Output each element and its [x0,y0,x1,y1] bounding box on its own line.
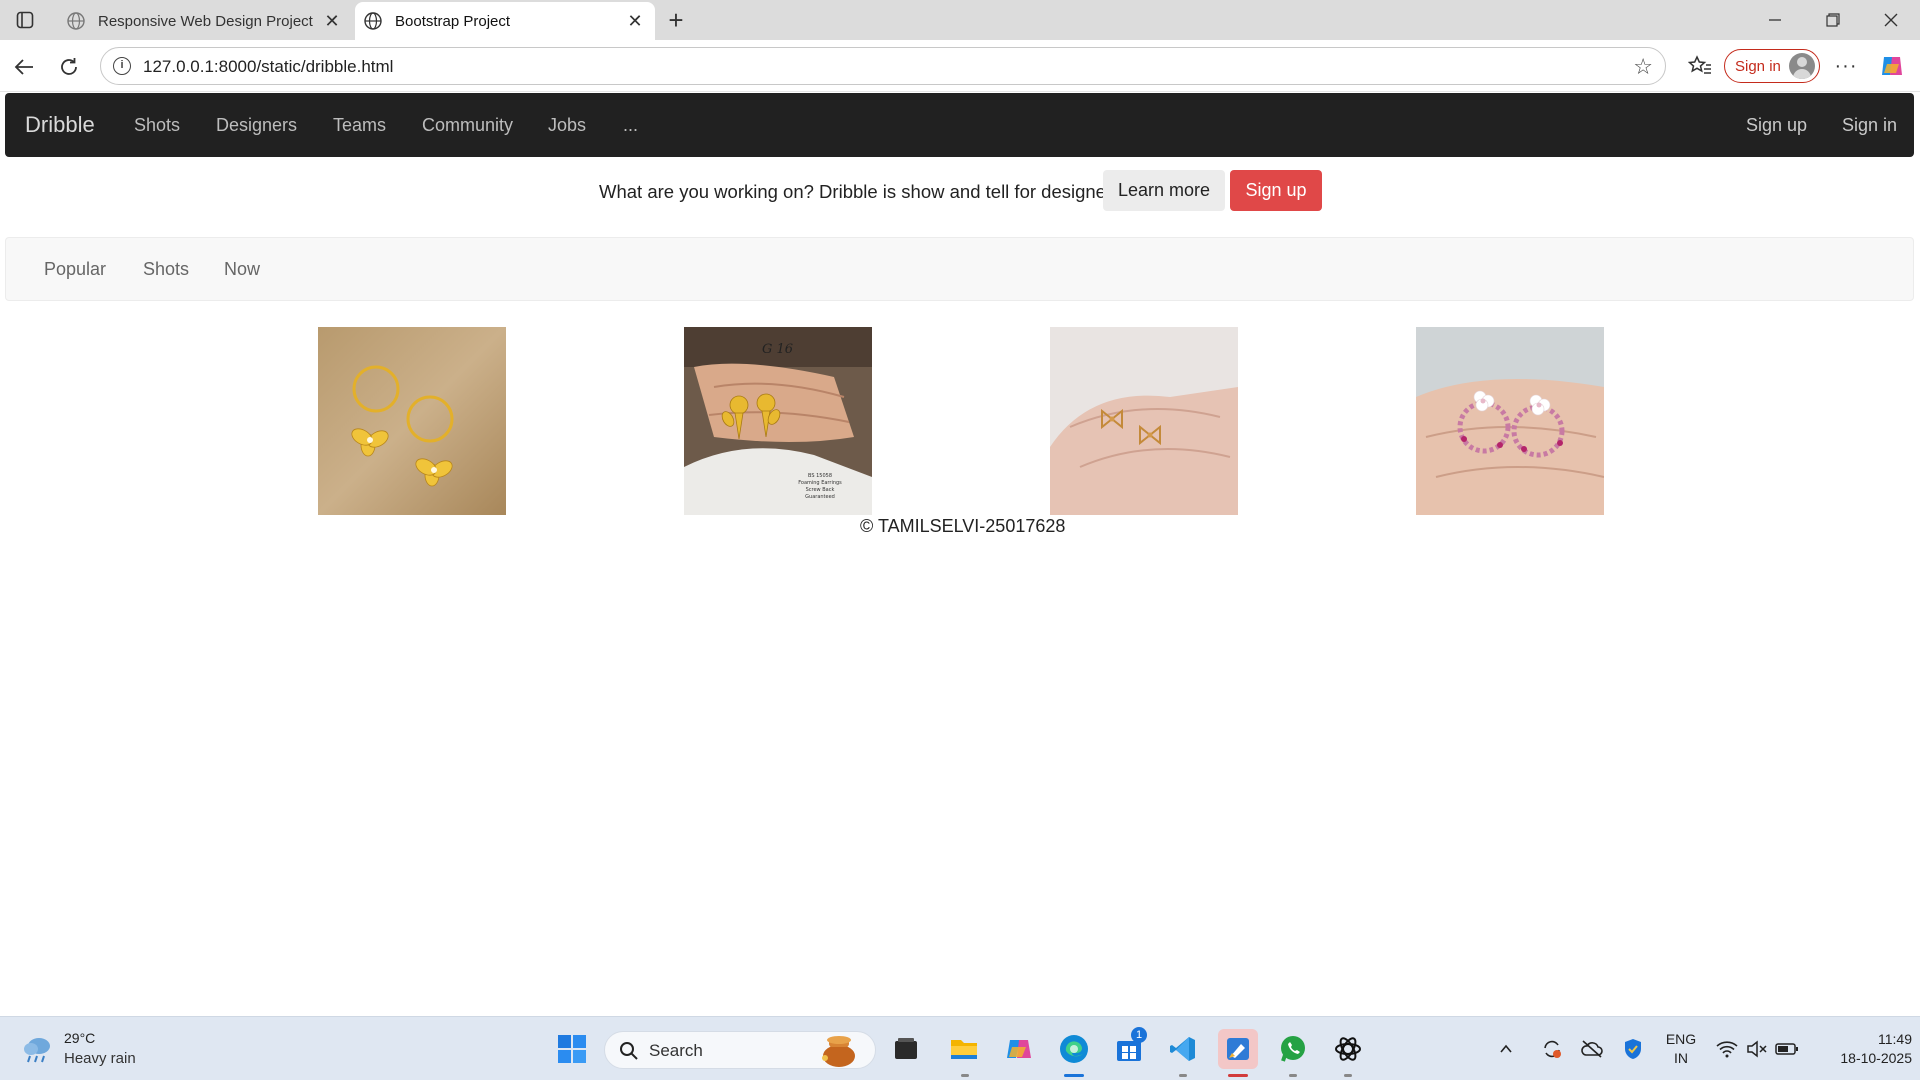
task-view-icon[interactable] [886,1029,926,1069]
rain-cloud-icon [24,1038,50,1063]
windows-taskbar: 29°C Heavy rain Search 1 ENG IN 11:49 18… [0,1016,1920,1080]
security-shield-icon[interactable] [1618,1029,1648,1069]
clock-time[interactable]: 11:49 [1812,1031,1912,1047]
tab-title: Bootstrap Project [395,12,511,30]
nav-link-more[interactable]: ... [623,115,638,136]
weather-condition: Heavy rain [64,1050,136,1067]
shot-caption-g16: G 16 [762,342,793,357]
learn-more-button[interactable]: Learn more [1103,170,1225,211]
favorite-star-icon[interactable]: ☆ [1633,54,1653,80]
active-indicator [1064,1074,1084,1077]
restore-icon[interactable] [1804,0,1862,40]
running-indicator [1179,1074,1187,1077]
nav-link-jobs[interactable]: Jobs [548,115,586,136]
whatsapp-icon[interactable] [1273,1029,1313,1069]
active-indicator [1228,1074,1248,1077]
favorites-icon[interactable] [1684,50,1716,82]
language-region: IN [1674,1050,1688,1066]
profile-signin-button[interactable]: Sign in [1724,49,1820,83]
vscode-icon[interactable] [1163,1029,1203,1069]
chevron-up-icon[interactable] [1492,1029,1520,1069]
weather-widget[interactable]: 29°C Heavy rain [20,1029,200,1073]
copilot-icon[interactable] [1878,52,1906,80]
browser-tab-strip: Responsive Web Design Project ✕ Bootstra… [0,0,1920,40]
copilot-app-icon[interactable] [999,1029,1039,1069]
battery-icon[interactable] [1772,1029,1802,1069]
shot-image-gold-hoops[interactable] [318,327,506,515]
nav-signup-link[interactable]: Sign up [1746,115,1807,136]
signin-label: Sign in [1735,57,1781,75]
wifi-icon[interactable] [1712,1029,1742,1069]
shot-image-floral-hoops[interactable] [1416,327,1604,515]
search-label: Search [649,1041,703,1060]
signup-button[interactable]: Sign up [1230,170,1322,211]
tab-title: Responsive Web Design Project [98,12,313,30]
page-viewport: Dribble Shots Designers Teams Community … [4,92,1916,1016]
browser-toolbar: i 127.0.0.1:8000/static/dribble.html ☆ S… [0,40,1920,92]
filter-navbar: Popular Shots Now [5,237,1914,301]
reload-icon[interactable] [54,52,84,82]
brand-logo[interactable]: Dribble [25,112,95,138]
tab-bootstrap-project[interactable]: Bootstrap Project ✕ [355,2,655,40]
windows-start-icon[interactable] [552,1029,592,1069]
promo-banner: What are you working on? Dribble is show… [4,158,1916,224]
language-indicator[interactable]: ENG [1664,1031,1698,1047]
close-tab-icon[interactable]: ✕ [625,11,645,31]
volume-muted-icon[interactable] [1742,1029,1772,1069]
chatgpt-icon[interactable] [1328,1029,1368,1069]
taskbar-search-box[interactable]: Search [604,1031,876,1069]
filter-popular[interactable]: Popular [44,259,106,280]
nav-signin-link[interactable]: Sign in [1842,115,1897,136]
clock-date: 18-10-2025 [1840,1050,1912,1066]
sync-icon[interactable] [1537,1029,1567,1069]
avatar [1789,53,1815,79]
footer-copyright: © TAMILSELVI-25017628 [860,516,1066,536]
nav-link-designers[interactable]: Designers [216,115,297,136]
nav-link-shots[interactable]: Shots [134,115,180,136]
new-tab-icon[interactable]: + [662,5,690,35]
nav-link-community[interactable]: Community [422,115,513,136]
site-navbar: Dribble Shots Designers Teams Community … [5,93,1914,157]
edge-browser-icon[interactable] [1054,1029,1094,1069]
globe-icon [364,12,382,30]
filter-shots[interactable]: Shots [143,259,189,280]
close-tab-icon[interactable]: ✕ [322,11,342,31]
more-options-icon[interactable]: ··· [1830,50,1862,82]
running-indicator [1289,1074,1297,1077]
nav-link-teams[interactable]: Teams [333,115,386,136]
running-indicator [961,1074,969,1077]
weather-temperature: 29°C [64,1030,96,1046]
store-badge: 1 [1131,1027,1147,1043]
shot-caption-line3: Guaranteed [805,494,835,500]
tab-actions-icon[interactable] [12,8,38,32]
promo-text: What are you working on? Dribble is show… [599,181,1127,202]
cloud-off-icon[interactable] [1577,1029,1607,1069]
tab-responsive-web-design[interactable]: Responsive Web Design Project ✕ [58,2,352,40]
back-arrow-icon[interactable] [9,52,39,82]
shot-image-bow-studs[interactable] [1050,327,1238,515]
site-info-icon[interactable]: i [113,57,131,75]
shot-caption-code: BS 15058 [808,473,832,479]
url-text[interactable]: 127.0.0.1:8000/static/dribble.html [143,57,393,77]
search-icon [620,1042,638,1060]
running-indicator [1344,1074,1352,1077]
shot-caption-line1: Foaming Earrings [798,480,842,486]
shot-caption-line2: Screw Back [806,487,835,493]
microsoft-store-icon[interactable]: 1 [1109,1027,1149,1069]
shot-image-rose-studs[interactable]: G 16 BS 15058 Foaming Earrings Screw Bac… [684,327,872,515]
globe-icon [67,12,85,30]
close-window-icon[interactable] [1862,0,1920,40]
pot-decoration-icon [822,1036,855,1067]
file-explorer-icon[interactable] [944,1029,984,1069]
paint-app-icon[interactable] [1218,1029,1258,1069]
address-bar[interactable]: i 127.0.0.1:8000/static/dribble.html ☆ [100,47,1666,85]
filter-now[interactable]: Now [224,259,260,280]
minimize-icon[interactable] [1746,0,1804,40]
